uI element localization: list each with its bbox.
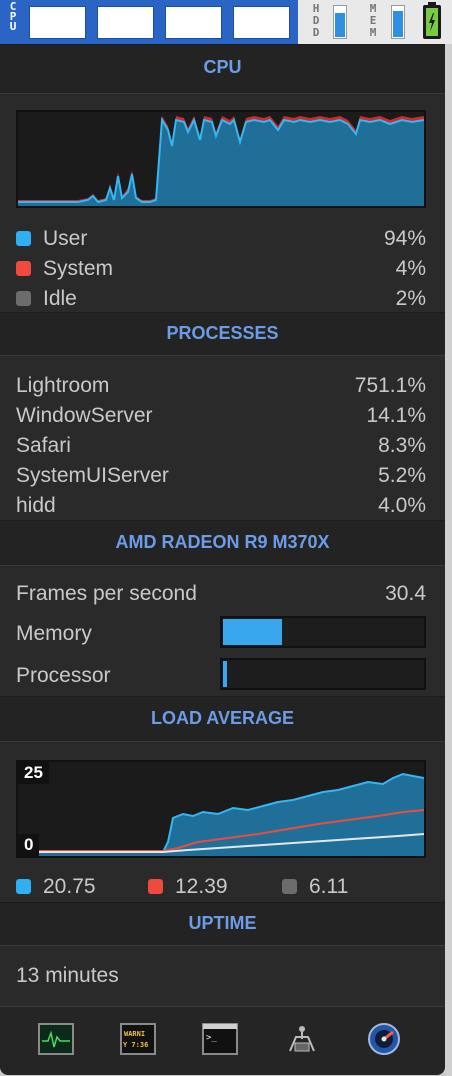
quick-launch-toolbar: WARNI Y 7:36 >_ <box>0 1006 445 1075</box>
cpu-idle-value: 2% <box>395 287 426 310</box>
gpu-memory-bar <box>220 616 426 648</box>
process-name: WindowServer <box>16 404 153 427</box>
process-row[interactable]: Lightroom 751.1% <box>16 371 426 401</box>
load-1min-value: 20.75 <box>43 875 96 898</box>
disk-utility-icon[interactable] <box>366 1023 402 1055</box>
load-section-title: LOAD AVERAGE <box>150 708 294 728</box>
user-color-swatch <box>16 231 31 246</box>
load-15min-swatch <box>282 879 297 894</box>
system-information-icon[interactable] <box>284 1023 320 1055</box>
process-name: SystemUIServer <box>16 464 169 487</box>
process-cpu-value: 4.0% <box>378 494 426 517</box>
uptime-row: 13 minutes <box>16 961 426 991</box>
system-color-swatch <box>16 261 31 276</box>
cpu-system-label: System <box>43 257 114 280</box>
menubar-cpu-core-4 <box>233 6 290 39</box>
load-1min-legend: 20.75 <box>16 875 96 899</box>
load-5min-legend: 12.39 <box>148 875 228 899</box>
gpu-processor-bar <box>220 658 426 690</box>
menubar-mem-meter[interactable] <box>391 5 405 39</box>
load-graph-svg <box>18 772 424 856</box>
cpu-section-title: CPU <box>203 57 242 77</box>
fps-label: Frames per second <box>16 582 197 605</box>
cpu-graph-svg <box>18 116 424 206</box>
load-max-label: 25 <box>18 762 49 784</box>
uptime-value: 13 minutes <box>16 964 119 987</box>
process-row[interactable]: SystemUIServer 5.2% <box>16 461 426 491</box>
process-cpu-value: 751.1% <box>354 374 426 397</box>
load-min-label: 0 <box>18 834 40 856</box>
process-row[interactable]: WindowServer 14.1% <box>16 401 426 431</box>
gpu-processor-label: Processor <box>16 664 111 687</box>
idle-color-swatch <box>16 291 31 306</box>
gpu-fps-row: Frames per second 30.4 <box>16 579 426 609</box>
menubar-cpu-label: CPU <box>9 0 17 33</box>
load-5min-swatch <box>148 879 163 894</box>
fps-value: 30.4 <box>385 582 426 605</box>
process-row[interactable]: Safari 8.3% <box>16 431 426 461</box>
activity-monitor-icon[interactable] <box>38 1023 74 1055</box>
mem-meter-fill <box>393 10 403 37</box>
cpu-history-graph <box>16 110 426 208</box>
menubar-hdd-meter[interactable] <box>333 5 347 39</box>
cpu-user-row: User 94% <box>16 224 426 254</box>
console-icon-text-1: WARNI <box>124 1030 145 1038</box>
gpu-section-title: AMD RADEON R9 M370X <box>115 532 330 552</box>
process-name: Lightroom <box>16 374 110 397</box>
process-cpu-value: 5.2% <box>378 464 426 487</box>
cpu-user-label: User <box>43 227 88 250</box>
console-icon-text-2: Y 7:36 <box>123 1041 148 1049</box>
load-15min-value: 6.11 <box>309 875 349 898</box>
load-5min-value: 12.39 <box>175 875 228 898</box>
menu-bar: CPU H D D M E M <box>0 0 452 44</box>
terminal-icon[interactable]: >_ <box>202 1023 238 1055</box>
gpu-memory-bar-fill <box>223 619 282 645</box>
cpu-system-value: 4% <box>395 257 426 280</box>
menubar-hdd-label[interactable]: H D D <box>308 3 324 39</box>
load-average-graph: 25 0 <box>16 760 426 858</box>
istat-dropdown-panel: CPU User 94% System 4% Idle 2% PROCESSES… <box>0 44 445 1074</box>
menubar-mem-label[interactable]: M E M <box>365 3 381 39</box>
load-1min-swatch <box>16 879 31 894</box>
gpu-memory-label: Memory <box>16 622 92 645</box>
battery-charging-icon[interactable] <box>423 2 441 39</box>
load-15min-legend: 6.11 <box>282 875 348 899</box>
cpu-user-value: 94% <box>383 227 426 250</box>
process-name: Safari <box>16 434 71 457</box>
process-cpu-value: 8.3% <box>378 434 426 457</box>
menubar-cpu-meter[interactable]: CPU <box>0 0 298 44</box>
console-icon[interactable]: WARNI Y 7:36 <box>120 1023 156 1055</box>
cpu-idle-row: Idle 2% <box>16 284 426 314</box>
cpu-idle-label: Idle <box>43 287 77 310</box>
menubar-cpu-core-1 <box>29 6 86 39</box>
process-row[interactable]: hidd 4.0% <box>16 491 426 521</box>
desktop-background <box>445 44 452 1076</box>
process-name: hidd <box>16 494 56 517</box>
uptime-section-title: UPTIME <box>188 913 257 933</box>
process-cpu-value: 14.1% <box>366 404 426 427</box>
cpu-system-row: System 4% <box>16 254 426 284</box>
terminal-prompt: >_ <box>206 1033 217 1043</box>
processes-section-title: PROCESSES <box>166 323 279 343</box>
gpu-processor-bar-fill <box>223 661 228 687</box>
menubar-cpu-core-2 <box>97 6 154 39</box>
hdd-meter-fill <box>335 13 345 37</box>
menubar-cpu-core-3 <box>165 6 222 39</box>
